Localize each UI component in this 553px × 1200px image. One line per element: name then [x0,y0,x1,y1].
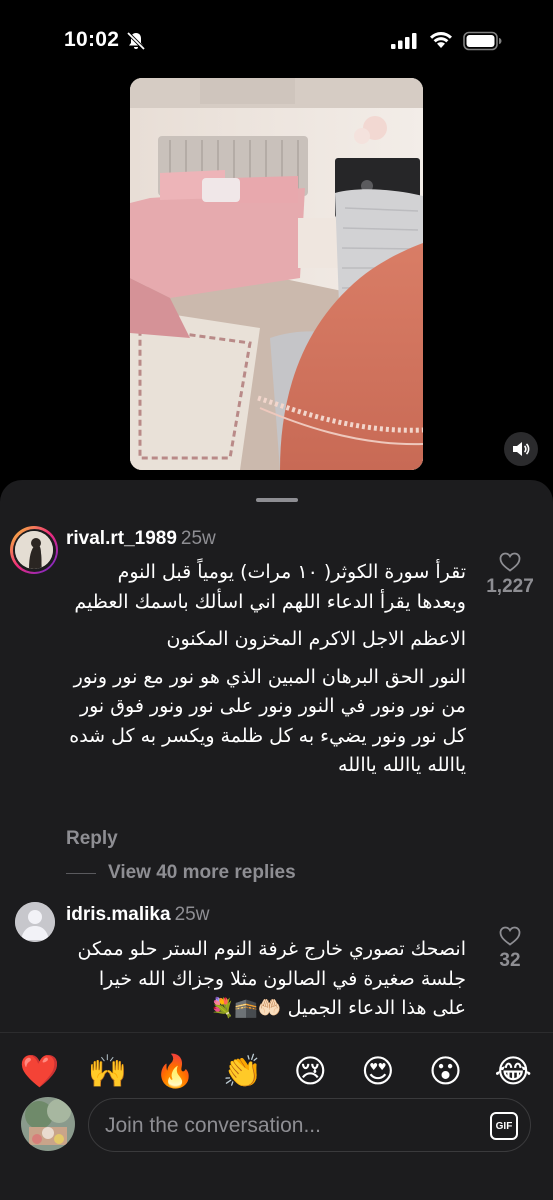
default-avatar-icon [15,902,55,942]
status-time: 10:02 [64,28,120,51]
avatar[interactable] [10,526,58,574]
comment-paragraph: تقرأ سورة الكوثر( ١٠ مرات) يومياً قبل ال… [74,561,466,613]
thread-line [66,872,96,874]
view-replies-button[interactable]: View 40 more replies [66,862,296,884]
video-preview[interactable] [130,78,423,470]
comment-text: انصحك تصوري خارج غرفة النوم الستر حلو مم… [66,935,466,1032]
comment-input[interactable]: Join the conversation... GIF [88,1098,531,1152]
like-count: 32 [499,950,521,971]
comment-input-placeholder: Join the conversation... [105,1114,321,1137]
avatar[interactable] [15,902,55,942]
comment-paragraph: الاعظم الاجل الاكرم المخزون المكنون [166,628,466,650]
bell-off-icon [126,31,146,51]
username[interactable]: idris.malika [66,904,171,925]
current-user-avatar[interactable] [21,1097,75,1151]
gif-button[interactable]: GIF [490,1112,518,1140]
timestamp: 25w [174,904,210,925]
status-bar: 10:02 [0,0,553,80]
like-button[interactable]: 1,227 [475,552,545,598]
comment-text: تقرأ سورة الكوثر( ١٠ مرات) يومياً قبل ال… [66,558,466,789]
comment-paragraph: النور الحق البرهان المبين الذي هو نور مع… [69,665,466,777]
composer-bar: ❤️ 🙌 🔥 👏 😢 😍 😮 😂 Join the conversation..… [0,1032,553,1200]
battery-icon [463,31,502,51]
username[interactable]: rival.rt_1989 [66,528,177,549]
emoji-raising-hands[interactable]: 🙌 [81,1051,133,1091]
wifi-icon [430,32,452,48]
speaker-icon [513,442,530,456]
reply-button[interactable]: Reply [66,828,118,850]
emoji-quick-reactions: ❤️ 🙌 🔥 👏 😢 😍 😮 😂 [0,1041,553,1101]
emoji-laughing-face[interactable]: 😂 [487,1051,539,1091]
gif-label: GIF [495,1120,513,1132]
emoji-crying-face[interactable]: 😢 [284,1051,336,1091]
mute-button[interactable] [504,432,538,466]
drag-handle[interactable] [256,498,298,502]
view-replies-label: View 40 more replies [108,862,296,883]
emoji-fire[interactable]: 🔥 [149,1051,201,1091]
emoji-surprised-face[interactable]: 😮 [420,1051,472,1091]
heart-icon [499,552,521,572]
timestamp: 25w [180,528,216,549]
comment-header: rival.rt_1989 25w [66,528,216,550]
heart-icon [499,926,521,946]
emoji-red-heart[interactable]: ❤️ [14,1051,66,1091]
video-thumbnail [130,78,423,470]
comment-header: idris.malika 25w [66,904,209,926]
comment-paragraph: انصحك تصوري خارج غرفة النوم الستر حلو مم… [77,938,466,1019]
like-count: 1,227 [486,576,534,597]
signal-icon [391,33,417,49]
emoji-heart-eyes[interactable]: 😍 [352,1051,404,1091]
emoji-clapping-hands[interactable]: 👏 [217,1051,269,1091]
like-button[interactable]: 32 [475,926,545,972]
